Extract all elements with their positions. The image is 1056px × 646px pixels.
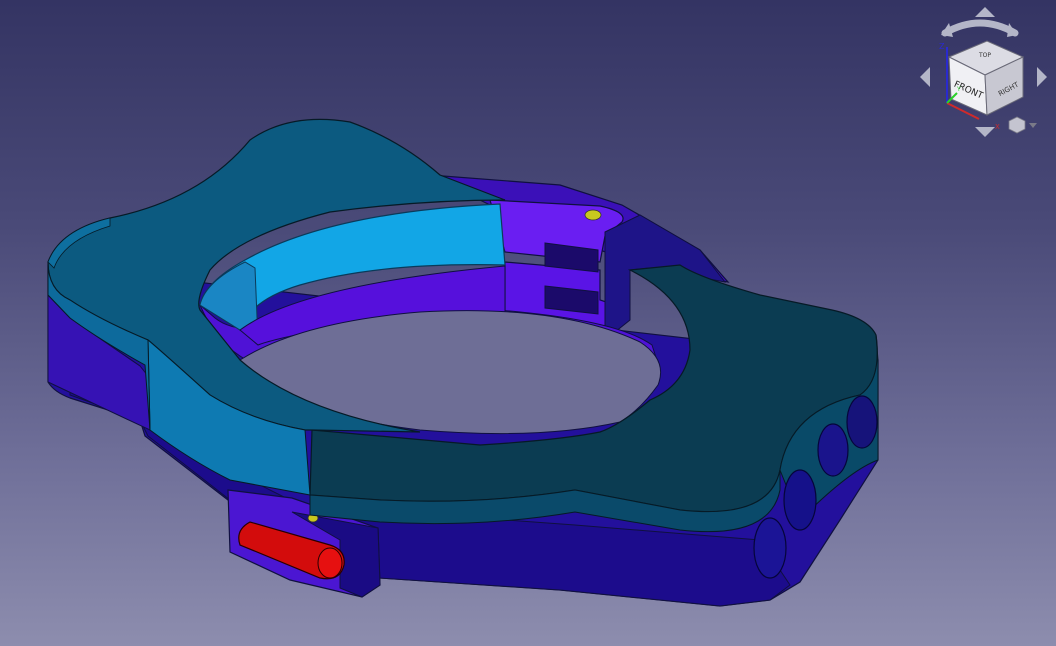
3d-viewport[interactable]: FRONT TOP RIGHT Z X Y: [0, 0, 1056, 646]
finger-hole-2: [817, 423, 849, 477]
rotate-left-arrow[interactable]: [920, 67, 930, 87]
finger-hole-1: [846, 395, 878, 449]
rotate-arc[interactable]: [941, 19, 1019, 37]
finger-hole-4: [753, 517, 787, 579]
axis-x-label: X: [995, 123, 1000, 131]
axis-y-label: Y: [956, 86, 961, 93]
view-menu-cube-icon[interactable]: [1008, 116, 1026, 134]
rotate-right-arrow[interactable]: [1037, 67, 1047, 87]
rotate-down-arrow[interactable]: [975, 127, 995, 137]
axis-z-label: Z: [939, 42, 945, 51]
navigation-cube[interactable]: FRONT TOP RIGHT Z X Y: [905, 5, 1055, 150]
latch-lever-end: [317, 547, 343, 579]
cad-model[interactable]: [0, 0, 1056, 646]
view-menu-arrow[interactable]: [1029, 123, 1037, 128]
finger-hole-3: [783, 469, 817, 531]
hinge-pin: [584, 209, 602, 221]
cube-top-label: TOP: [978, 52, 991, 59]
rotate-up-arrow[interactable]: [975, 7, 995, 17]
